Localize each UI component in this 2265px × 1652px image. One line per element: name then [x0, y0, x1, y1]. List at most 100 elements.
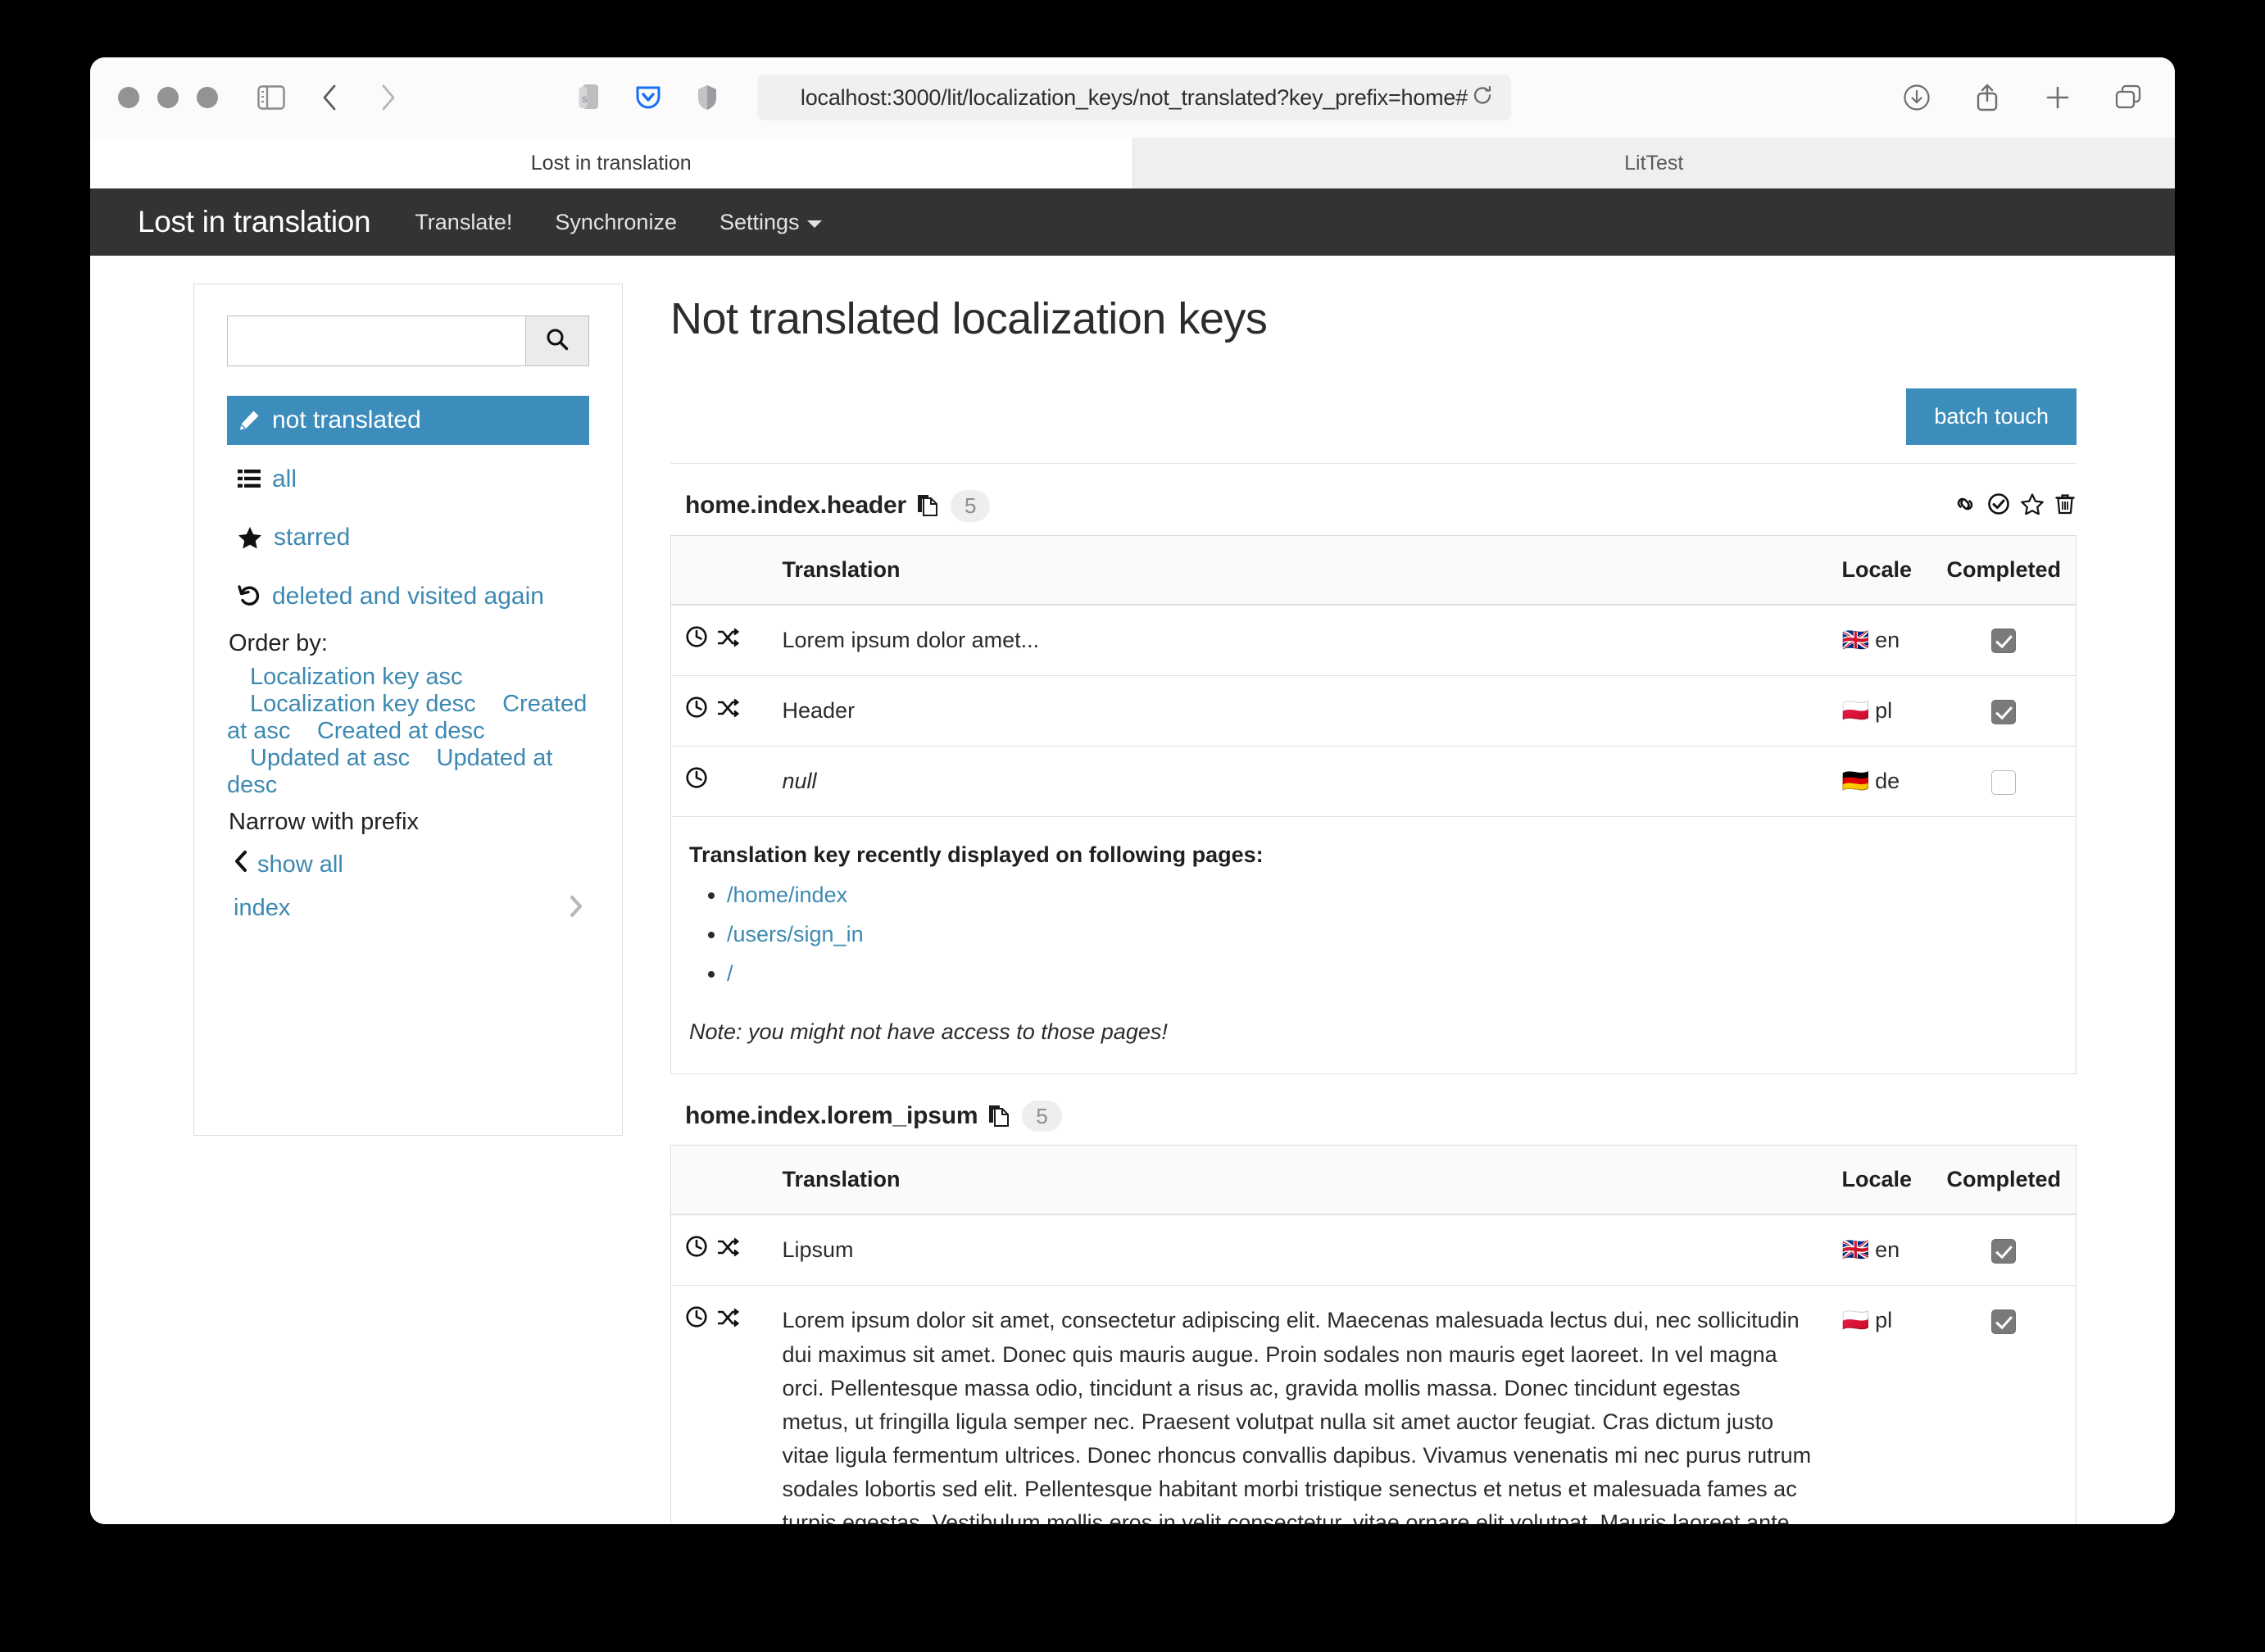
completed-cell	[1931, 746, 2076, 816]
nav-item-synchronize[interactable]: Synchronize	[533, 210, 698, 235]
prefix-item-label[interactable]: index	[234, 895, 290, 922]
locale-code: en	[1875, 628, 1900, 652]
list-icon	[238, 468, 261, 489]
shuffle-icon[interactable]	[718, 694, 739, 728]
search-button[interactable]	[525, 315, 589, 366]
trash-icon[interactable]	[2055, 493, 2075, 519]
sidebar-item-starred[interactable]: starred	[227, 513, 589, 562]
navbar-brand[interactable]: Lost in translation	[115, 205, 393, 239]
translation-cell[interactable]: Lorem ipsum dolor amet...	[768, 605, 1827, 676]
link-icon[interactable]	[1954, 494, 1977, 518]
translation-cell[interactable]: Header	[768, 675, 1827, 746]
locale-column-header: Locale	[1827, 535, 1931, 605]
search-input[interactable]	[227, 315, 525, 366]
sidebar-panel: not translated all starred	[193, 284, 623, 1136]
sidebar-icon[interactable]	[252, 79, 290, 116]
recent-pages-panel: Translation key recently displayed on fo…	[671, 816, 1932, 1073]
reload-icon[interactable]	[1472, 85, 1493, 111]
download-icon[interactable]	[1898, 79, 1936, 116]
locale-cell: 🇵🇱pl	[1827, 1286, 1931, 1524]
history-clock-icon[interactable]	[686, 765, 707, 798]
browser-tab-littest[interactable]: LitTest	[1132, 138, 2176, 188]
page-viewport: Lost in translation Translate! Synchroni…	[90, 188, 2175, 1524]
address-bar[interactable]: localhost:3000/lit/localization_keys/not…	[757, 75, 1511, 120]
completed-checkbox[interactable]	[1991, 770, 2016, 795]
locale-code: pl	[1875, 698, 1892, 723]
locale-code: de	[1875, 769, 1900, 793]
flag-icon: 🇬🇧	[1841, 628, 1869, 652]
history-clock-icon[interactable]	[686, 694, 707, 728]
sidebar-item-label: starred	[274, 522, 350, 553]
tab-overview-icon[interactable]	[2109, 79, 2147, 116]
history-clock-icon[interactable]	[686, 624, 707, 657]
narrow-with-prefix-label: Narrow with prefix	[229, 809, 589, 836]
nav-item-settings[interactable]: Settings	[698, 210, 843, 235]
completed-cell	[1931, 1286, 2076, 1524]
translation-column-header: Translation	[768, 1146, 1827, 1215]
completed-checkbox[interactable]	[1991, 700, 2016, 724]
completed-checkbox[interactable]	[1991, 1239, 2016, 1264]
recent-pages-title: Translation key recently displayed on fo…	[689, 838, 1913, 872]
copy-icon[interactable]	[917, 494, 938, 517]
copy-icon[interactable]	[988, 1105, 1010, 1128]
history-clock-icon[interactable]	[686, 1233, 707, 1267]
batch-touch-button[interactable]: batch touch	[1906, 388, 2077, 445]
close-window-button[interactable]	[118, 87, 139, 108]
maximize-window-button[interactable]	[197, 87, 218, 108]
table-row: null 🇩🇪de	[671, 746, 2077, 816]
star-outline-icon[interactable]	[2021, 493, 2044, 519]
row-actions	[671, 1214, 768, 1286]
history-clock-icon[interactable]	[686, 1304, 707, 1337]
sidebar-item-all[interactable]: all	[227, 455, 589, 504]
key-action-icons	[1954, 493, 2075, 519]
recent-page-link[interactable]: /home/index	[727, 883, 847, 907]
translation-cell[interactable]: null	[768, 746, 1827, 816]
nav-item-label: Translate!	[415, 210, 512, 235]
flag-icon: 🇬🇧	[1841, 1237, 1869, 1262]
row-actions	[671, 1286, 768, 1524]
chevron-left-icon	[234, 851, 248, 878]
pocket-icon[interactable]	[629, 79, 667, 116]
completed-cell	[1931, 1214, 2076, 1286]
sidebar-item-deleted-and-visited-again[interactable]: deleted and visited again	[227, 572, 589, 621]
table-row: Header 🇵🇱pl	[671, 675, 2077, 746]
back-chevron-icon[interactable]	[311, 79, 349, 116]
shuffle-icon[interactable]	[718, 624, 739, 657]
check-circle-icon[interactable]	[1988, 493, 2009, 519]
forward-chevron-icon[interactable]	[369, 79, 406, 116]
tab-label: Lost in translation	[531, 152, 692, 175]
share-icon[interactable]	[1968, 79, 2006, 116]
translation-cell[interactable]: Lorem ipsum dolor sit amet, consectetur …	[768, 1286, 1827, 1524]
undo-icon	[238, 584, 261, 607]
main-toolbar: batch touch	[670, 388, 2077, 464]
show-all-prefixes-link[interactable]: show all	[227, 842, 589, 887]
completed-column-header: Completed	[1931, 1146, 2076, 1215]
completed-checkbox[interactable]	[1991, 629, 2016, 653]
order-by-label: Order by:	[229, 630, 589, 657]
plus-icon[interactable]	[2039, 79, 2077, 116]
chevron-right-icon[interactable]	[568, 895, 584, 922]
minimize-window-button[interactable]	[157, 87, 179, 108]
locale-cell: 🇵🇱pl	[1827, 675, 1931, 746]
browser-tab-lost-in-translation[interactable]: Lost in translation	[90, 138, 1132, 188]
reader-icon[interactable]: s	[570, 79, 608, 116]
sidebar-item-not-translated[interactable]: not translated	[227, 396, 589, 445]
list-item: /	[727, 957, 1913, 991]
shuffle-icon[interactable]	[718, 1233, 739, 1267]
pencil-icon	[238, 409, 261, 432]
shuffle-icon[interactable]	[718, 1304, 739, 1337]
completed-column-header: Completed	[1931, 535, 2076, 605]
completed-checkbox[interactable]	[1991, 1309, 2016, 1334]
recent-page-link[interactable]: /users/sign_in	[727, 922, 864, 946]
actions-column-header	[671, 535, 768, 605]
show-all-label: show all	[257, 851, 343, 878]
nav-item-translate[interactable]: Translate!	[393, 210, 533, 235]
prefix-item-index[interactable]: index	[227, 887, 589, 930]
recent-page-link[interactable]: /	[727, 961, 733, 986]
row-actions	[671, 605, 768, 676]
shield-icon[interactable]	[688, 79, 726, 116]
table-header-row: Translation Locale Completed	[671, 535, 2077, 605]
translation-cell[interactable]: Lipsum	[768, 1214, 1827, 1286]
search-icon	[544, 326, 570, 356]
toolbar-right-icons	[1898, 79, 2147, 116]
